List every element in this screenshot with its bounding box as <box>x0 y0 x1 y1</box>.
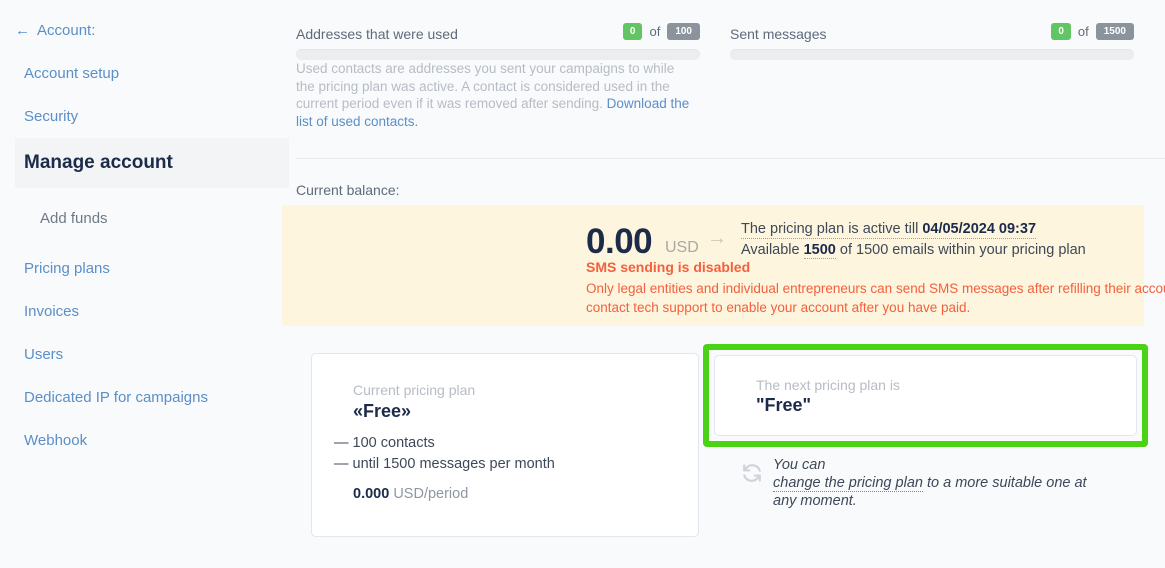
sidebar: ← Account: Account setup Security Manage… <box>0 0 289 568</box>
used-badge: 0 <box>622 23 643 40</box>
sidebar-item-label: Webhook <box>24 432 88 449</box>
current-balance-label: Current balance: <box>296 182 400 198</box>
available-prefix: Available <box>741 242 804 258</box>
change-pricing-plan-note: You can change the pricing plan to a mor… <box>773 456 1113 510</box>
plan-feature-messages: — until 1500 messages per month <box>334 456 555 472</box>
plan-available-emails: Available 1500 of 1500 emails within you… <box>741 242 1086 259</box>
sidebar-item-label: Manage account <box>24 152 173 173</box>
sms-warning-note: Only legal entities and individual entre… <box>586 281 1165 315</box>
back-link-label: Account: <box>37 22 96 39</box>
change-pricing-plan-link[interactable]: change the pricing plan <box>773 475 923 492</box>
sidebar-item-label: Add funds <box>40 210 108 227</box>
messages-progress-bar <box>730 49 1134 60</box>
balance-currency: USD <box>665 239 699 256</box>
limit-badge: 1500 <box>1095 23 1134 40</box>
available-suffix: of 1500 emails within your pricing plan <box>835 242 1086 258</box>
next-plan-name: "Free" <box>756 395 812 415</box>
available-value: 1500 <box>803 242 836 259</box>
of-label: of <box>649 24 661 39</box>
balance-banner: 0.00 USD → The pricing plan is active ti… <box>282 205 1165 326</box>
account-manage-page: ← Account: Account setup Security Manage… <box>0 0 1165 568</box>
note-line1: You can <box>773 457 826 473</box>
sidebar-item-label: Pricing plans <box>24 260 110 277</box>
card-caption: Current pricing plan <box>353 382 476 398</box>
sidebar-item-manage-account[interactable]: Manage account <box>15 138 289 188</box>
plan-feature-contacts: — 100 contacts <box>334 435 435 451</box>
next-pricing-plan-card[interactable]: The next pricing plan is "Free" <box>714 355 1137 436</box>
sms-disabled-status: SMS sending is disabled <box>586 259 751 275</box>
balance-amount: 0.00 <box>586 222 653 261</box>
back-to-account-link[interactable]: ← Account: <box>15 22 95 39</box>
section-divider <box>296 158 1165 159</box>
main-content: Addresses that were used 0 of 100 Used c… <box>282 0 1165 568</box>
plan-active-date: 04/05/2024 09:37 <box>922 221 1037 237</box>
sidebar-item-label: Account setup <box>24 65 120 82</box>
plan-active-until: The pricing plan is active till 04/05/20… <box>741 221 1037 239</box>
arrow-right-icon: → <box>707 227 727 249</box>
current-pricing-plan-card[interactable]: Current pricing plan «Free» — 100 contac… <box>311 353 699 537</box>
addresses-meter-description: Used contacts are addresses you sent you… <box>296 60 691 130</box>
used-badge: 0 <box>1051 23 1071 40</box>
plan-price: 0.000 USD/period <box>353 486 468 502</box>
card-caption: The next pricing plan is <box>756 377 900 393</box>
plan-price-unit: USD/period <box>389 486 469 502</box>
current-plan-name: «Free» <box>353 401 412 421</box>
limit-badge: 100 <box>667 23 700 40</box>
plan-price-value: 0.000 <box>353 486 390 502</box>
arrow-left-icon: ← <box>15 22 30 39</box>
of-label: of <box>1077 24 1089 39</box>
sync-refresh-icon <box>741 462 763 489</box>
meter-title: Addresses that were used <box>296 26 458 42</box>
addresses-progress-bar <box>296 49 700 60</box>
sidebar-item-label: Dedicated IP for campaigns <box>24 389 208 406</box>
meter-counts: 0 of 100 <box>622 23 700 40</box>
sidebar-item-label: Users <box>24 346 64 363</box>
note-line2-suffix: to a more suitable one at <box>922 475 1087 491</box>
sidebar-item-label: Invoices <box>24 303 80 320</box>
sidebar-item-label: Security <box>24 108 79 125</box>
note-line3: any moment. <box>773 493 857 509</box>
meter-title: Sent messages <box>730 26 827 42</box>
plan-active-prefix: The pricing plan is active till <box>741 221 923 237</box>
meter-counts: 0 of 1500 <box>1051 23 1134 40</box>
